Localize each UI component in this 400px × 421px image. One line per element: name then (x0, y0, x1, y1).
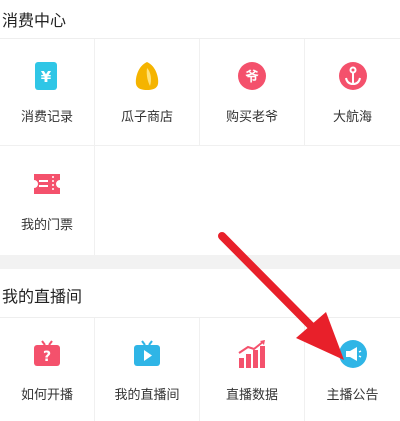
grid-item-label: 我的直播间 (114, 388, 180, 403)
anchor-icon (337, 60, 369, 92)
my-live-room-section: 我的直播间 ? 如何开播 我的直播间 直播数据 主播公告 (0, 269, 400, 421)
grid-item-great-voyage[interactable]: 大航海 (305, 39, 400, 146)
live-room-grid: ? 如何开播 我的直播间 直播数据 主播公告 (0, 317, 400, 421)
grid-empty-cell (200, 146, 305, 256)
grid-item-live-data[interactable]: 直播数据 (200, 318, 305, 421)
grid-item-label: 消费记录 (20, 109, 73, 125)
grid-item-my-tickets[interactable]: 我的门票 (0, 146, 95, 256)
grid-item-how-to-stream[interactable]: ? 如何开播 (0, 318, 95, 421)
consumption-center-section: 消费中心 ¥ 消费记录 瓜子商店 爷 购买老爷 大航海 我的门票 (0, 0, 400, 256)
section-title-my-live-room: 我的直播间 (0, 269, 400, 317)
svg-text:爷: 爷 (245, 69, 259, 85)
grid-item-label: 瓜子商店 (120, 109, 173, 125)
chart-bars-icon (236, 338, 268, 370)
megaphone-icon (337, 338, 369, 370)
ticket-icon (31, 168, 63, 200)
grid-item-label: 购买老爷 (225, 109, 278, 125)
grid-empty-cell (95, 146, 200, 256)
grid-item-label: 大航海 (332, 109, 372, 125)
ye-badge-icon: 爷 (236, 60, 268, 92)
svg-text:¥: ¥ (41, 68, 52, 86)
tv-play-icon (131, 338, 163, 370)
melon-seed-icon (131, 60, 163, 92)
grid-item-melon-shop[interactable]: 瓜子商店 (95, 39, 200, 146)
section-divider (0, 255, 400, 269)
grid-item-label: 主播公告 (326, 388, 379, 403)
section-title-consumption-center: 消费中心 (0, 0, 400, 38)
grid-item-label: 我的门票 (20, 218, 73, 233)
grid-item-buy-ye[interactable]: 爷 购买老爷 (200, 39, 305, 146)
tv-question-icon: ? (31, 338, 63, 370)
grid-empty-cell (305, 146, 400, 256)
wallet-yen-icon: ¥ (31, 60, 63, 92)
grid-item-streamer-announcement[interactable]: 主播公告 (305, 318, 400, 421)
grid-item-consumption-record[interactable]: ¥ 消费记录 (0, 39, 95, 146)
grid-item-label: 直播数据 (225, 388, 278, 403)
consumption-grid: ¥ 消费记录 瓜子商店 爷 购买老爷 大航海 (0, 38, 400, 146)
grid-item-label: 如何开播 (20, 388, 73, 403)
consumption-grid-row2: 我的门票 (0, 146, 400, 256)
svg-text:?: ? (43, 349, 51, 365)
grid-item-my-live-room[interactable]: 我的直播间 (95, 318, 200, 421)
